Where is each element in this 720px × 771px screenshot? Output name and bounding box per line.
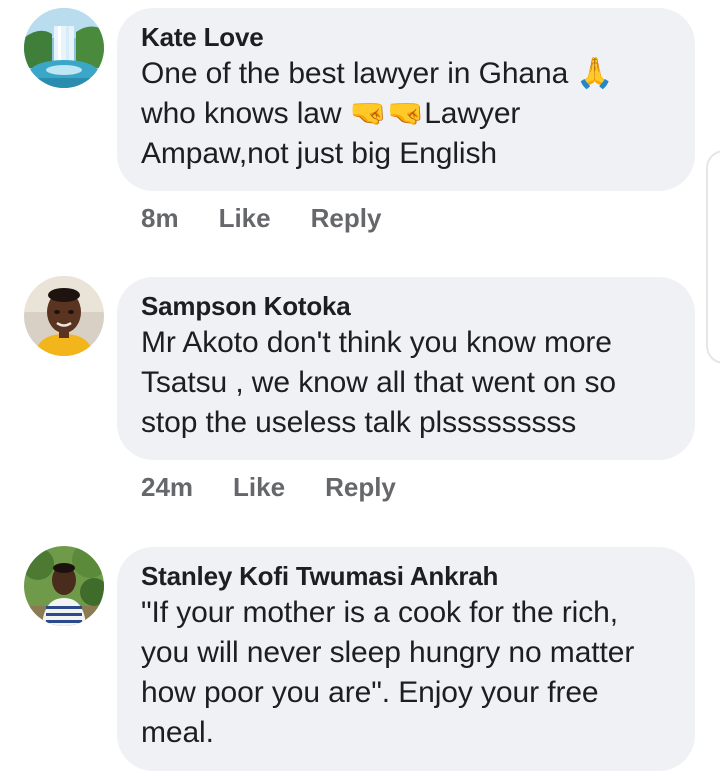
scroll-handle[interactable]	[706, 150, 720, 364]
comment-text-line: Ampaw,not just big English	[141, 137, 497, 170]
comment-bubble: Sampson Kotoka Mr Akoto don't think you …	[117, 277, 695, 460]
comment-bubble: Stanley Kofi Twumasi Ankrah "If your mot…	[117, 547, 695, 771]
comment-author[interactable]: Kate Love	[141, 20, 671, 54]
man-portrait-icon	[24, 276, 104, 356]
comment-text-line: Mr Akoto don't think you know more	[141, 326, 612, 359]
comment-author[interactable]: Sampson Kotoka	[141, 289, 671, 323]
waterfall-landscape-icon	[24, 8, 104, 88]
man-outdoor-icon	[24, 546, 104, 626]
comment-timestamp[interactable]: 24m	[141, 472, 193, 503]
comment-text-line: how poor you are". Enjoy your free	[141, 676, 599, 709]
comment-actions: 24m Like Reply	[141, 472, 396, 503]
avatar[interactable]	[24, 276, 104, 356]
comment-author[interactable]: Stanley Kofi Twumasi Ankrah	[141, 559, 671, 593]
comment-actions: 8m Like Reply	[141, 203, 381, 234]
comment-text-line: "If your mother is a cook for the rich,	[141, 596, 618, 629]
avatar[interactable]	[24, 8, 104, 88]
avatar[interactable]	[24, 546, 104, 626]
reply-button[interactable]: Reply	[325, 472, 396, 503]
comment-text-line: stop the useless talk plsssssssss	[141, 406, 577, 439]
comment-text-line: meal.	[141, 716, 214, 749]
comment-timestamp[interactable]: 8m	[141, 203, 179, 234]
comment-bubble: Kate Love One of the best lawyer in Ghan…	[117, 8, 695, 191]
like-button[interactable]: Like	[233, 472, 285, 503]
comment-text-line: Tsatsu , we know all that went on so	[141, 366, 616, 399]
comment-text-line: who knows law 🤜🤜Lawyer	[141, 97, 521, 130]
like-button[interactable]: Like	[219, 203, 271, 234]
comment-text-line: One of the best lawyer in Ghana 🙏	[141, 57, 614, 90]
comment-text-line: you will never sleep hungry no matter	[141, 636, 635, 669]
reply-button[interactable]: Reply	[311, 203, 382, 234]
